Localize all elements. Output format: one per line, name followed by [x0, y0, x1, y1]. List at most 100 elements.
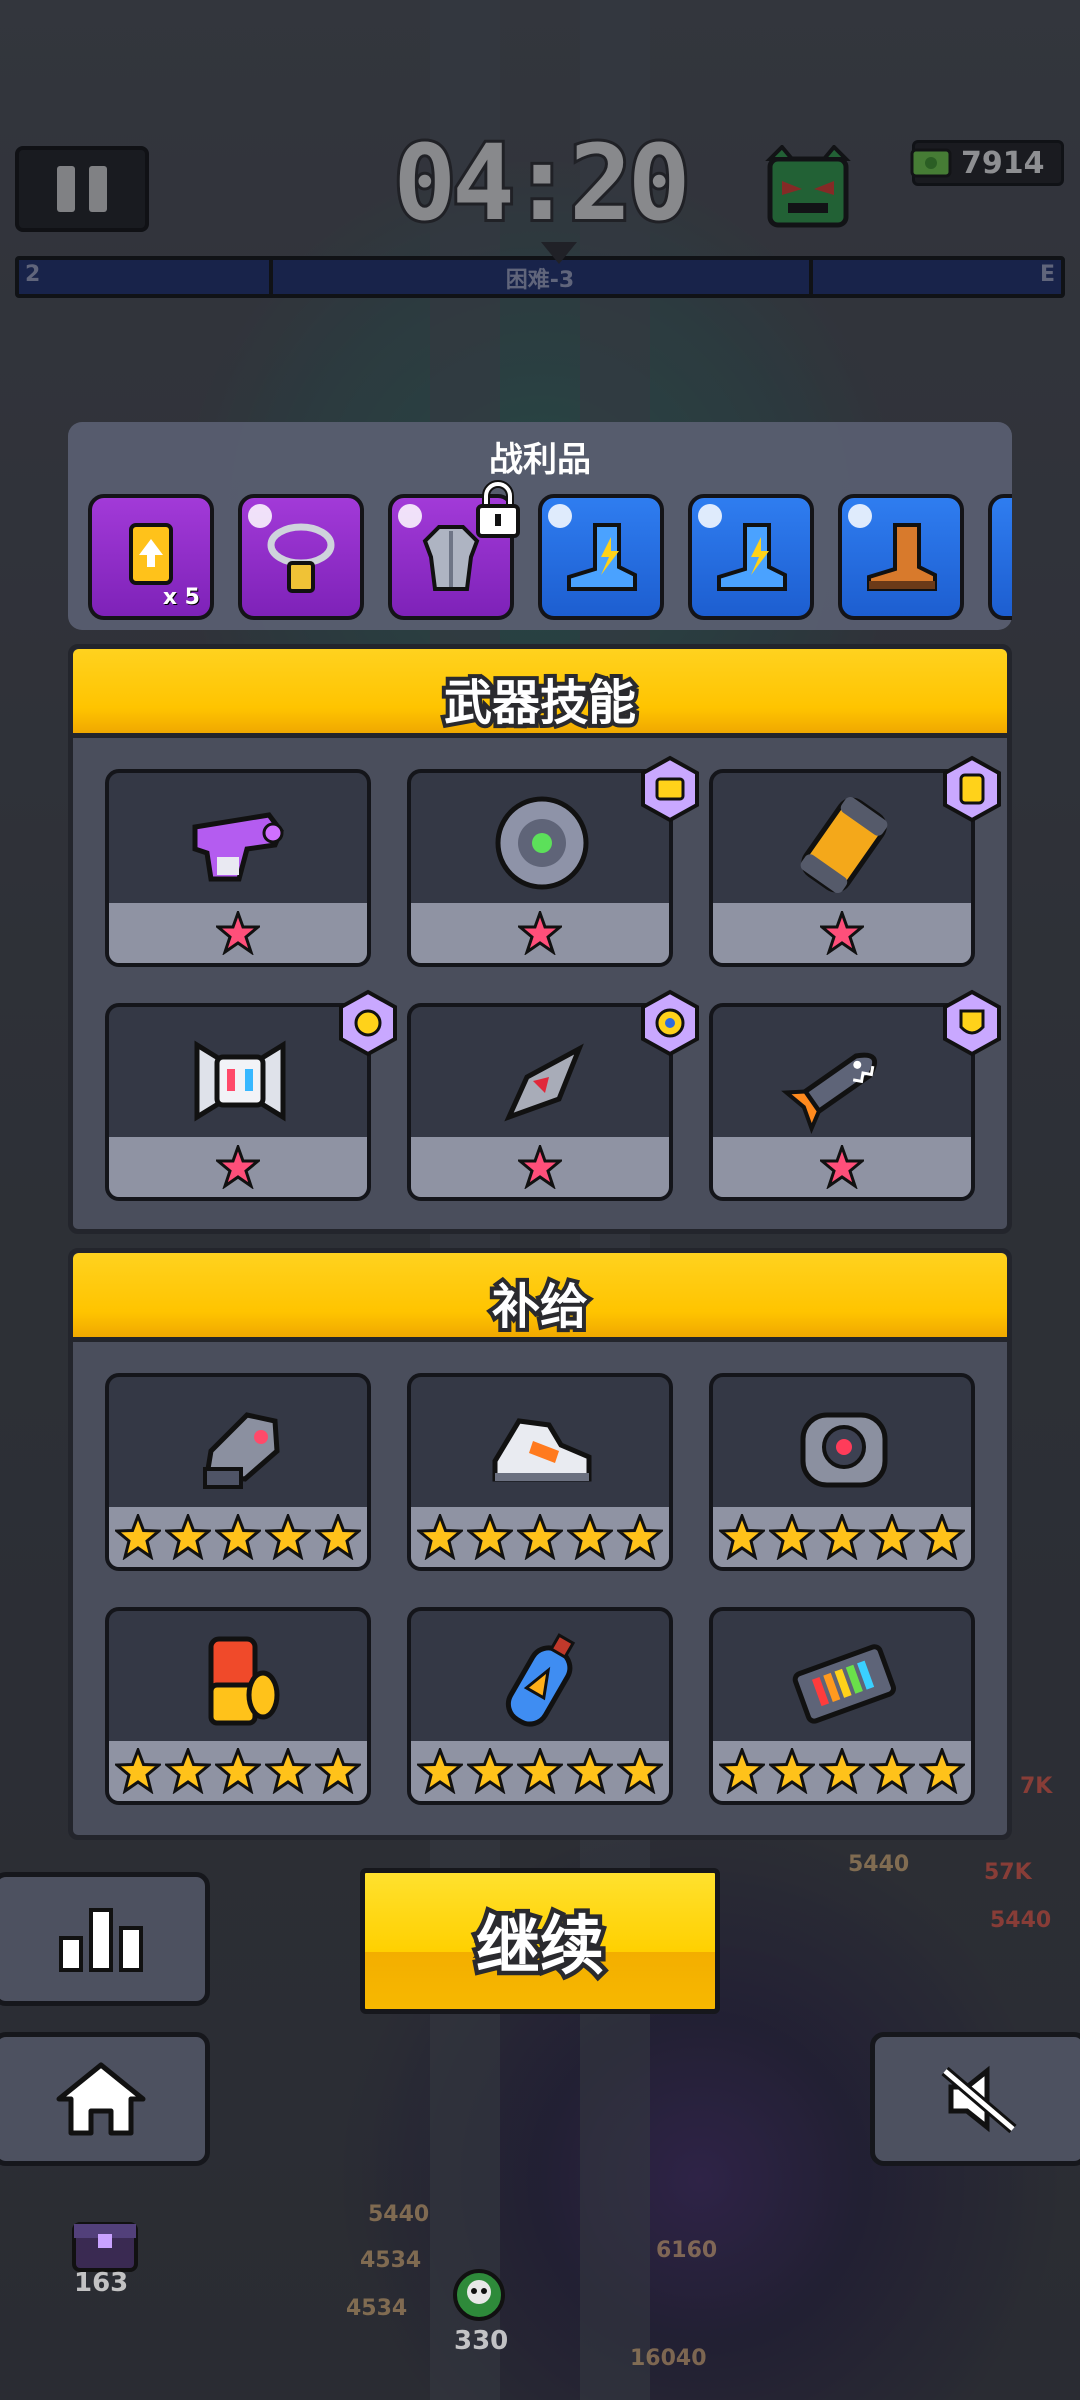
- loot-item-necklace[interactable]: [238, 494, 364, 620]
- damage-label: 4534: [346, 2296, 408, 2321]
- star-icon: [315, 1514, 361, 1560]
- star-icon: [617, 1748, 663, 1794]
- target-badge-icon: [641, 989, 699, 1057]
- lock-icon: [476, 480, 520, 538]
- orb-drone-icon: [495, 796, 589, 890]
- blue-boot-icon: [567, 523, 637, 591]
- continue-button[interactable]: 继续: [360, 1868, 720, 2014]
- star-icon: [919, 1514, 965, 1560]
- damage-label: 7K: [1020, 1774, 1053, 1799]
- purple-gun-icon: [192, 812, 284, 882]
- star-icon: [819, 1514, 865, 1560]
- weapon-skill-slot[interactable]: [105, 769, 371, 967]
- loot-item-blue-boot[interactable]: [538, 494, 664, 620]
- star-icon: [869, 1748, 915, 1794]
- necklace-icon: [267, 523, 335, 593]
- weapon-skill-slot[interactable]: [709, 1003, 975, 1201]
- star-icon: [265, 1514, 311, 1560]
- star-icon: [869, 1514, 915, 1560]
- weapon-skill-slot[interactable]: [407, 1003, 673, 1201]
- damage-label: 16040: [630, 2346, 707, 2371]
- supply-slot[interactable]: [407, 1607, 673, 1805]
- star-icon: [820, 911, 864, 955]
- energy-core-icon: [800, 1412, 888, 1488]
- loot-item-partial[interactable]: [988, 494, 1012, 620]
- star-icon: [215, 1748, 261, 1794]
- star-icon: [517, 1748, 563, 1794]
- weapon-skill-slot[interactable]: [407, 769, 673, 967]
- star-icon: [518, 1145, 562, 1189]
- damage-label: 6160: [656, 2238, 718, 2263]
- robot-badge-icon: [641, 755, 699, 823]
- supplies-header: 补给: [73, 1253, 1007, 1342]
- power-cell-icon: [792, 1644, 896, 1724]
- star-icon: [417, 1748, 463, 1794]
- loot-item-blue-boot[interactable]: [688, 494, 814, 620]
- weapon-skill-slot[interactable]: [105, 1003, 371, 1201]
- supply-slot[interactable]: [105, 1373, 371, 1571]
- star-icon: [769, 1748, 815, 1794]
- mute-button[interactable]: [870, 2032, 1080, 2166]
- star-icon: [467, 1748, 513, 1794]
- star-icon: [165, 1514, 211, 1560]
- supply-slot[interactable]: [709, 1607, 975, 1805]
- star-icon: [819, 1748, 865, 1794]
- bar-chart-icon: [59, 1908, 143, 1972]
- star-rating: [713, 1507, 971, 1567]
- star-icon: [417, 1514, 463, 1560]
- supplies-title: 补给: [488, 1275, 592, 1339]
- star-icon: [517, 1514, 563, 1560]
- chest-count: 163: [74, 2268, 129, 2298]
- loot-item-brown-boot[interactable]: [838, 494, 964, 620]
- arm-guard-icon: [203, 1412, 280, 1489]
- star-icon: [518, 911, 562, 955]
- loot-quantity: x 5: [162, 585, 200, 610]
- skull-icon: [453, 2269, 505, 2321]
- damage-label: 57K: [984, 1860, 1032, 1885]
- star-icon: [719, 1514, 765, 1560]
- fuel-canister-icon: [800, 796, 888, 894]
- blade-icon: [504, 1043, 584, 1122]
- continue-label: 继续: [472, 1906, 609, 1989]
- star-rating: [109, 1741, 367, 1801]
- weapon-skill-slot[interactable]: [709, 769, 975, 967]
- weapon-skills-panel: 武器技能: [68, 644, 1012, 1234]
- brown-boot-icon: [867, 523, 937, 591]
- star-rating: [109, 1507, 367, 1567]
- star-icon: [467, 1514, 513, 1560]
- stats-button[interactable]: [0, 1872, 210, 2006]
- star-icon: [165, 1748, 211, 1794]
- star-rating: [411, 1741, 669, 1801]
- home-button[interactable]: [0, 2032, 210, 2166]
- star-icon: [115, 1748, 161, 1794]
- star-icon: [919, 1748, 965, 1794]
- supply-slot[interactable]: [407, 1373, 673, 1571]
- star-icon: [617, 1514, 663, 1560]
- weapon-skills-title: 武器技能: [440, 671, 640, 735]
- star-icon: [769, 1514, 815, 1560]
- loot-item-upgrade-card[interactable]: x 5: [88, 494, 214, 620]
- star-rating: [713, 1741, 971, 1801]
- oxygen-tank-icon: [505, 1633, 576, 1727]
- loot-title: 战利品: [489, 440, 591, 480]
- star-icon: [216, 911, 260, 955]
- star-icon: [216, 1145, 260, 1189]
- loot-row[interactable]: x 5: [88, 494, 1012, 620]
- damage-label: 5440: [848, 1852, 910, 1877]
- mute-icon: [941, 2065, 1017, 2134]
- supplies-panel: 补给: [68, 1248, 1012, 1840]
- robot-head-icon: [194, 1040, 286, 1122]
- damage-label: 5440: [368, 2202, 430, 2227]
- supply-slot[interactable]: [709, 1373, 975, 1571]
- star-icon: [115, 1514, 161, 1560]
- star-rating: [411, 1507, 669, 1567]
- gear-badge-icon: [339, 989, 397, 1057]
- shark-rocket-icon: [781, 1052, 878, 1135]
- damage-label: 4534: [360, 2248, 422, 2273]
- sneaker-icon: [492, 1418, 592, 1482]
- star-icon: [265, 1748, 311, 1794]
- supply-slot[interactable]: [105, 1607, 371, 1805]
- blue-boot-icon: [717, 523, 787, 591]
- home-icon: [56, 2062, 146, 2136]
- shield-badge-icon: [943, 989, 1001, 1057]
